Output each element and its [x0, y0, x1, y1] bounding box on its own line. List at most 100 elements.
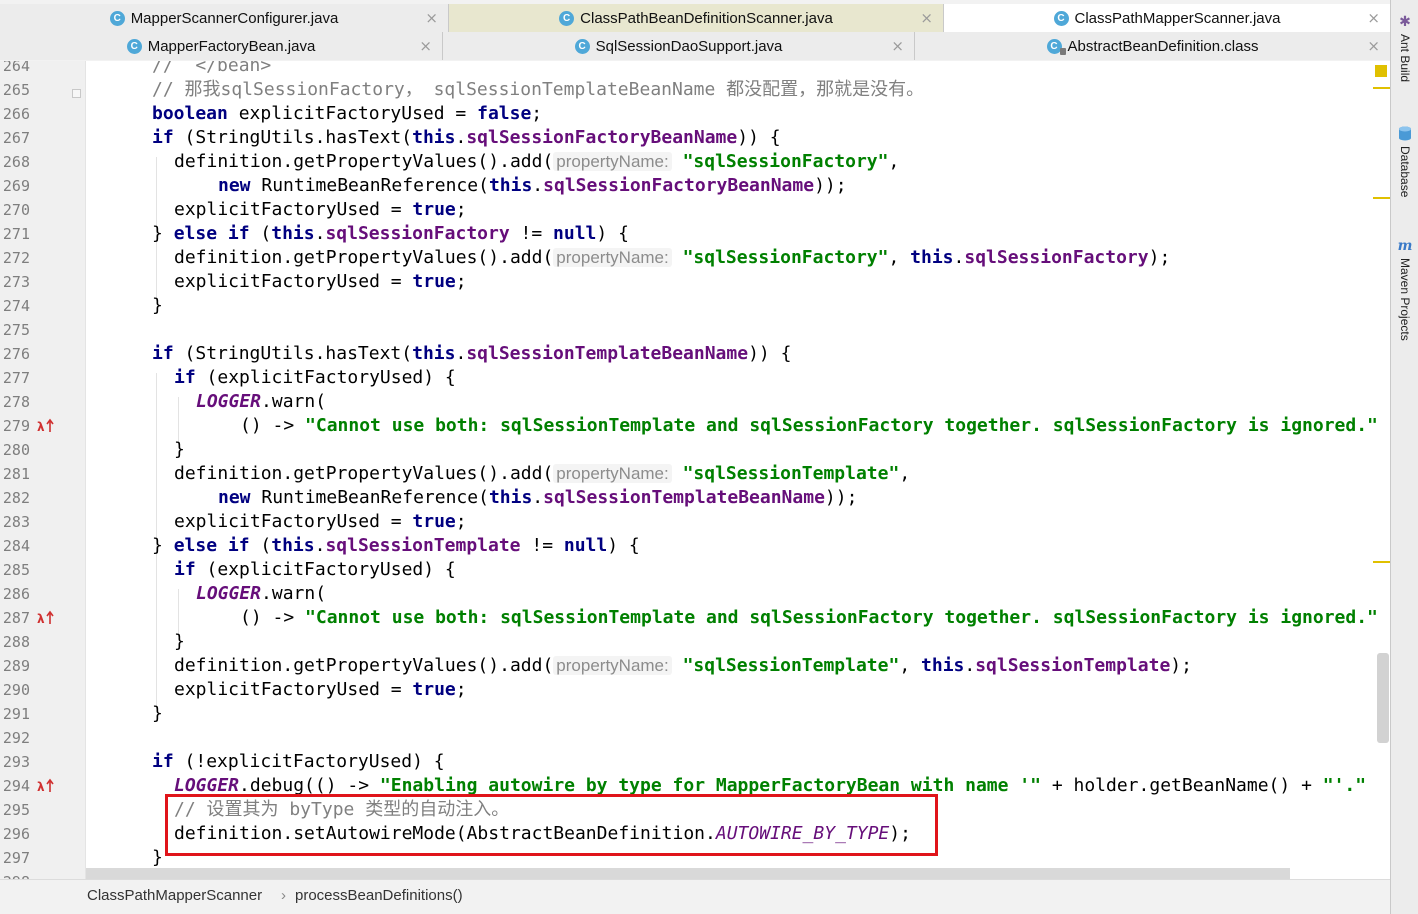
line-number: 293 — [2, 753, 30, 771]
tab-label: MapperFactoryBean.java — [147, 37, 316, 55]
code-text: new RuntimeBeanReference(this.sqlSession… — [218, 487, 858, 508]
maven-projects-tool-button[interactable]: m Maven Projects — [1391, 238, 1418, 341]
code-line: 269 new RuntimeBeanReference(this.sqlSes… — [0, 174, 1390, 198]
database-tool-button[interactable]: Database — [1391, 126, 1418, 197]
line-number: 289 — [2, 657, 30, 675]
code-editor[interactable]: 264 // </bean> 265 // 那我sqlSessionFactor… — [0, 61, 1390, 879]
line-number: 283 — [2, 513, 30, 531]
lambda-navigate-icon[interactable]: λ — [37, 610, 55, 626]
code-line: 267 if (StringUtils.hasText(this.sqlSess… — [0, 126, 1390, 150]
code-line: 283 explicitFactoryUsed = true; — [0, 510, 1390, 534]
line-number: 280 — [2, 441, 30, 459]
code-text: () -> "Cannot use both: sqlSessionTempla… — [240, 607, 1378, 628]
right-tool-window-bar: ✱ Ant Build Database m Maven Projects — [1390, 0, 1418, 914]
code-text: } — [174, 439, 185, 460]
code-line: 280 } — [0, 438, 1390, 462]
line-number: 274 — [2, 297, 30, 315]
code-line: 286 LOGGER.warn( — [0, 582, 1390, 606]
close-icon[interactable]: × — [1367, 9, 1380, 27]
tab-label: AbstractBeanDefinition.class — [1067, 37, 1259, 55]
code-text: if (explicitFactoryUsed) { — [174, 367, 456, 388]
code-line: 284 } else if (this.sqlSessionTemplate !… — [0, 534, 1390, 558]
line-number: 277 — [2, 369, 30, 387]
lambda-navigate-icon[interactable]: λ — [37, 778, 55, 794]
code-line: 279 λ () -> "Cannot use both: sqlSession… — [0, 414, 1390, 438]
line-number: 296 — [2, 825, 30, 843]
code-text: LOGGER.warn( — [196, 583, 327, 604]
code-text: explicitFactoryUsed = true; — [174, 511, 467, 532]
svg-text:λ: λ — [37, 612, 45, 626]
code-comment: // </bean> — [152, 61, 272, 76]
line-number: 278 — [2, 393, 30, 411]
highlight-annotation-box — [165, 794, 938, 856]
vertical-scrollbar-thumb[interactable] — [1377, 653, 1389, 743]
code-line: 288 } — [0, 630, 1390, 654]
maven-icon: m — [1397, 238, 1413, 254]
svg-text:λ: λ — [37, 420, 45, 434]
parameter-hint: propertyName: — [553, 464, 672, 483]
compiled-class-icon: C — [1046, 38, 1066, 55]
code-line: 265 // 那我sqlSessionFactory， sqlSessionTe… — [0, 78, 1390, 102]
code-text: new RuntimeBeanReference(this.sqlSession… — [218, 175, 847, 196]
breadcrumb-method[interactable]: processBeanDefinitions() — [295, 887, 463, 904]
line-number: 279 — [2, 417, 30, 435]
tab-mapper-scanner-configurer[interactable]: C MapperScannerConfigurer.java × — [0, 4, 449, 32]
line-number: 281 — [2, 465, 30, 483]
code-line: 289 definition.getPropertyValues().add(p… — [0, 654, 1390, 678]
line-number: 290 — [2, 681, 30, 699]
close-icon[interactable]: × — [419, 37, 432, 55]
ant-icon: ✱ — [1399, 14, 1411, 30]
editor-tab-row-2: C MapperFactoryBean.java × C SqlSessionD… — [0, 32, 1390, 60]
line-number: 288 — [2, 633, 30, 651]
breadcrumb-class[interactable]: ClassPathMapperScanner — [87, 887, 262, 904]
code-text: explicitFactoryUsed = true; — [174, 271, 467, 292]
ant-build-tool-button[interactable]: ✱ Ant Build — [1391, 14, 1418, 82]
tab-mapper-factory-bean[interactable]: C MapperFactoryBean.java × — [0, 32, 443, 60]
line-number: 295 — [2, 801, 30, 819]
line-number: 284 — [2, 537, 30, 555]
code-line: 277 if (explicitFactoryUsed) { — [0, 366, 1390, 390]
close-icon[interactable]: × — [425, 9, 438, 27]
code-text: } else if (this.sqlSessionFactory != nul… — [152, 223, 629, 244]
code-text: if (!explicitFactoryUsed) { — [152, 751, 445, 772]
code-line: 282 new RuntimeBeanReference(this.sqlSes… — [0, 486, 1390, 510]
code-line: 273 explicitFactoryUsed = true; — [0, 270, 1390, 294]
warning-stripe-marker[interactable] — [1373, 197, 1390, 199]
code-text: if (StringUtils.hasText(this.sqlSessionF… — [152, 127, 781, 148]
warning-stripe-marker[interactable] — [1373, 87, 1390, 89]
tab-classpath-bean-definition-scanner[interactable]: C ClassPathBeanDefinitionScanner.java × — [449, 4, 944, 32]
line-number: 267 — [2, 129, 30, 147]
close-icon[interactable]: × — [920, 9, 933, 27]
class-icon: C — [559, 10, 575, 26]
line-number: 275 — [2, 321, 30, 339]
code-text: definition.getPropertyValues().add(prope… — [174, 655, 1192, 676]
close-icon[interactable]: × — [891, 37, 904, 55]
line-number: 291 — [2, 705, 30, 723]
breadcrumb: ClassPathMapperScanner › processBeanDefi… — [0, 879, 1390, 910]
code-text: if (explicitFactoryUsed) { — [174, 559, 456, 580]
code-line: 276 if (StringUtils.hasText(this.sqlSess… — [0, 342, 1390, 366]
parameter-hint: propertyName: — [553, 248, 672, 267]
code-text: } — [174, 631, 185, 652]
editor-tab-row-1: C MapperScannerConfigurer.java × C Class… — [0, 4, 1390, 32]
code-line: 287 λ () -> "Cannot use both: sqlSession… — [0, 606, 1390, 630]
warning-stripe-marker[interactable] — [1373, 561, 1390, 563]
code-text: explicitFactoryUsed = true; — [174, 199, 467, 220]
lambda-navigate-icon[interactable]: λ — [37, 418, 55, 434]
close-icon[interactable]: × — [1367, 37, 1380, 55]
code-text: explicitFactoryUsed = true; — [174, 679, 467, 700]
ant-build-label: Ant Build — [1398, 34, 1412, 83]
line-number: 292 — [2, 729, 30, 747]
tab-sql-session-dao-support[interactable]: C SqlSessionDaoSupport.java × — [443, 32, 915, 60]
horizontal-scrollbar[interactable] — [86, 868, 1290, 879]
tab-classpath-mapper-scanner[interactable]: C ClassPathMapperScanner.java × — [944, 4, 1390, 32]
warning-stripe-marker[interactable] — [1375, 65, 1387, 77]
code-comment: // 那我sqlSessionFactory， sqlSessionTempla… — [152, 79, 925, 100]
code-line: 285 if (explicitFactoryUsed) { — [0, 558, 1390, 582]
maven-projects-label: Maven Projects — [1398, 258, 1412, 341]
line-number: 271 — [2, 225, 30, 243]
tab-abstract-bean-definition[interactable]: C AbstractBeanDefinition.class × — [915, 32, 1390, 60]
class-icon: C — [109, 10, 125, 26]
line-number: 297 — [2, 849, 30, 867]
code-line: 270 explicitFactoryUsed = true; — [0, 198, 1390, 222]
